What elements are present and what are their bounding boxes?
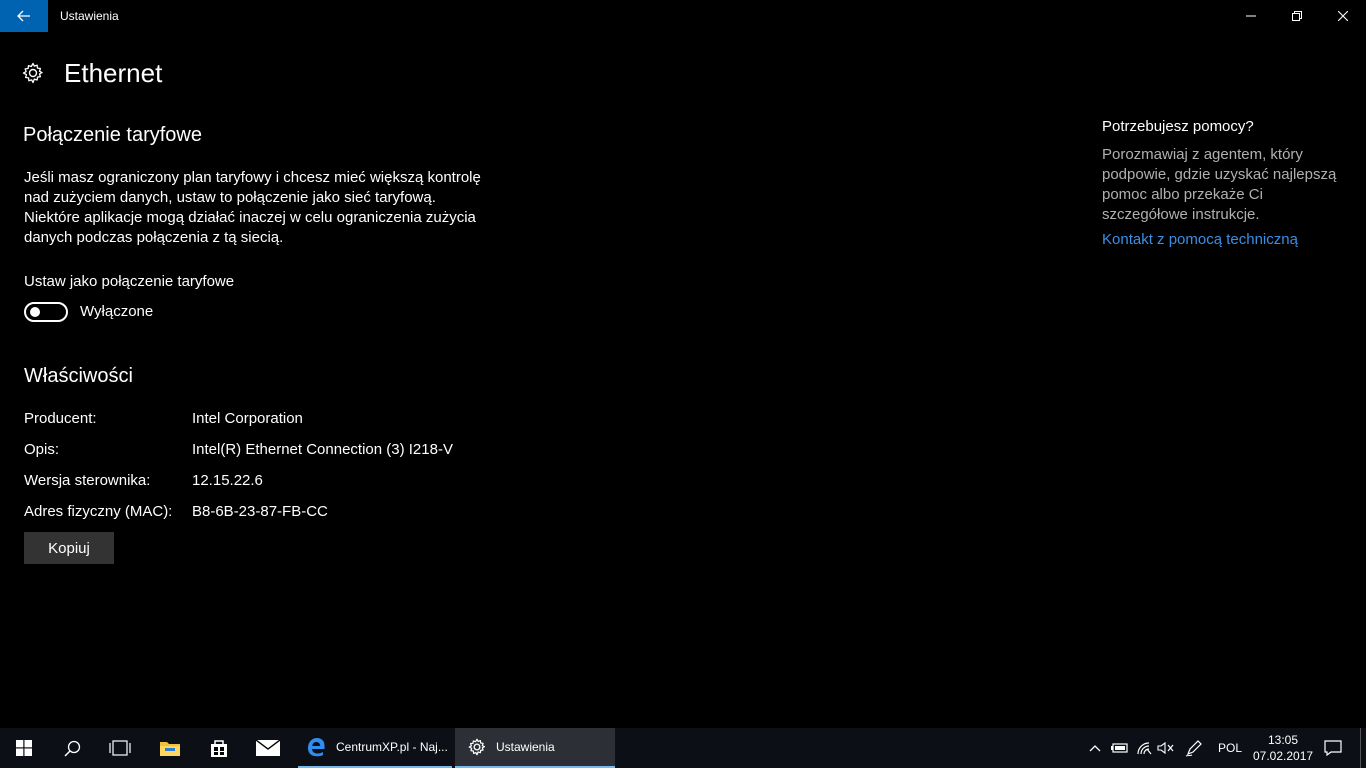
taskbar-app-label: CentrumXP.pl - Naj... (336, 740, 448, 754)
property-key: Wersja sterownika: (24, 472, 151, 489)
windows-logo-icon (16, 740, 32, 756)
property-key: Opis: (24, 441, 60, 458)
property-key: Producent: (24, 410, 97, 427)
pen-tray-button[interactable] (1183, 728, 1205, 768)
task-view-icon (109, 740, 131, 756)
support-link[interactable]: Kontakt z pomocą techniczną (1102, 231, 1298, 248)
start-button[interactable] (0, 728, 48, 768)
action-center-button[interactable] (1320, 728, 1346, 768)
mail-icon (256, 740, 280, 756)
store-bag-icon (211, 740, 227, 757)
property-row-driver-version: Wersja sterownika: 12.15.22.6 (24, 472, 263, 489)
show-desktop-button[interactable] (1360, 728, 1361, 768)
metered-description: Jeśli masz ograniczony plan taryfowy i c… (24, 169, 481, 246)
property-value: Intel Corporation (192, 410, 303, 427)
help-text: Porozmawiaj z agentem, który podpowie, g… (1102, 146, 1337, 223)
wifi-icon (1137, 742, 1152, 755)
property-key: Adres fizyczny (MAC): (24, 503, 173, 520)
metered-toggle[interactable] (24, 302, 68, 322)
taskbar: CentrumXP.pl - Naj... Ustawienia POL 13:… (0, 728, 1366, 768)
folder-icon (160, 742, 180, 756)
mail-button[interactable] (244, 728, 292, 768)
battery-icon (1111, 743, 1128, 753)
property-row-manufacturer: Producent: Intel Corporation (24, 410, 303, 427)
app-title: Ustawienia (60, 9, 119, 23)
show-hidden-icons-button[interactable] (1084, 728, 1106, 768)
page-header: Ethernet (22, 56, 162, 90)
minimize-icon (1246, 15, 1256, 17)
gear-icon (22, 62, 43, 84)
taskbar-app-settings[interactable]: Ustawienia (455, 728, 615, 768)
back-button[interactable] (0, 0, 48, 32)
help-title: Potrzebujesz pomocy? (1102, 118, 1254, 135)
page-title: Ethernet (64, 57, 163, 88)
property-value: 12.15.22.6 (192, 472, 263, 489)
property-row-description: Opis: Intel(R) Ethernet Connection (3) I… (24, 441, 453, 458)
battery-tray-button[interactable] (1108, 728, 1132, 768)
edge-browser-icon (308, 738, 325, 757)
taskbar-app-label: Ustawienia (496, 740, 555, 754)
toggle-knob (30, 307, 40, 317)
copy-button[interactable]: Kopiuj (24, 532, 114, 564)
close-button[interactable] (1320, 0, 1366, 32)
file-explorer-button[interactable] (146, 728, 194, 768)
volume-muted-icon (1157, 741, 1174, 755)
volume-tray-button[interactable] (1155, 728, 1177, 768)
restore-button[interactable] (1274, 0, 1320, 32)
notification-icon (1324, 740, 1342, 756)
taskbar-app-edge[interactable]: CentrumXP.pl - Naj... (298, 728, 452, 768)
restore-icon (1292, 11, 1302, 21)
property-value: B8-6B-23-87-FB-CC (192, 503, 328, 520)
arrow-left-icon (17, 10, 30, 22)
chevron-up-icon (1089, 745, 1101, 752)
gear-icon (468, 738, 486, 756)
property-row-mac: Adres fizyczny (MAC): B8-6B-23-87-FB-CC (24, 503, 328, 520)
property-value: Intel(R) Ethernet Connection (3) I218-V (192, 441, 453, 458)
search-icon (63, 740, 80, 757)
network-tray-button[interactable] (1133, 728, 1155, 768)
input-language[interactable]: POL (1218, 741, 1242, 755)
clock-date: 07.02.2017 (1253, 749, 1314, 763)
search-button[interactable] (48, 728, 96, 768)
pen-icon (1185, 740, 1202, 757)
close-icon (1338, 11, 1348, 21)
minimize-button[interactable] (1228, 0, 1274, 32)
metered-toggle-state: Wyłączone (80, 303, 154, 320)
store-button[interactable] (195, 728, 243, 768)
clock[interactable]: 13:05 07.02.2017 (1253, 732, 1313, 764)
properties-heading: Właściwości (24, 365, 133, 387)
metered-heading: Połączenie taryfowe (23, 124, 202, 146)
metered-toggle-label: Ustaw jako połączenie taryfowe (24, 273, 235, 290)
clock-time: 13:05 (1267, 733, 1299, 747)
task-view-button[interactable] (96, 728, 144, 768)
title-bar: Ustawienia (0, 0, 1366, 32)
